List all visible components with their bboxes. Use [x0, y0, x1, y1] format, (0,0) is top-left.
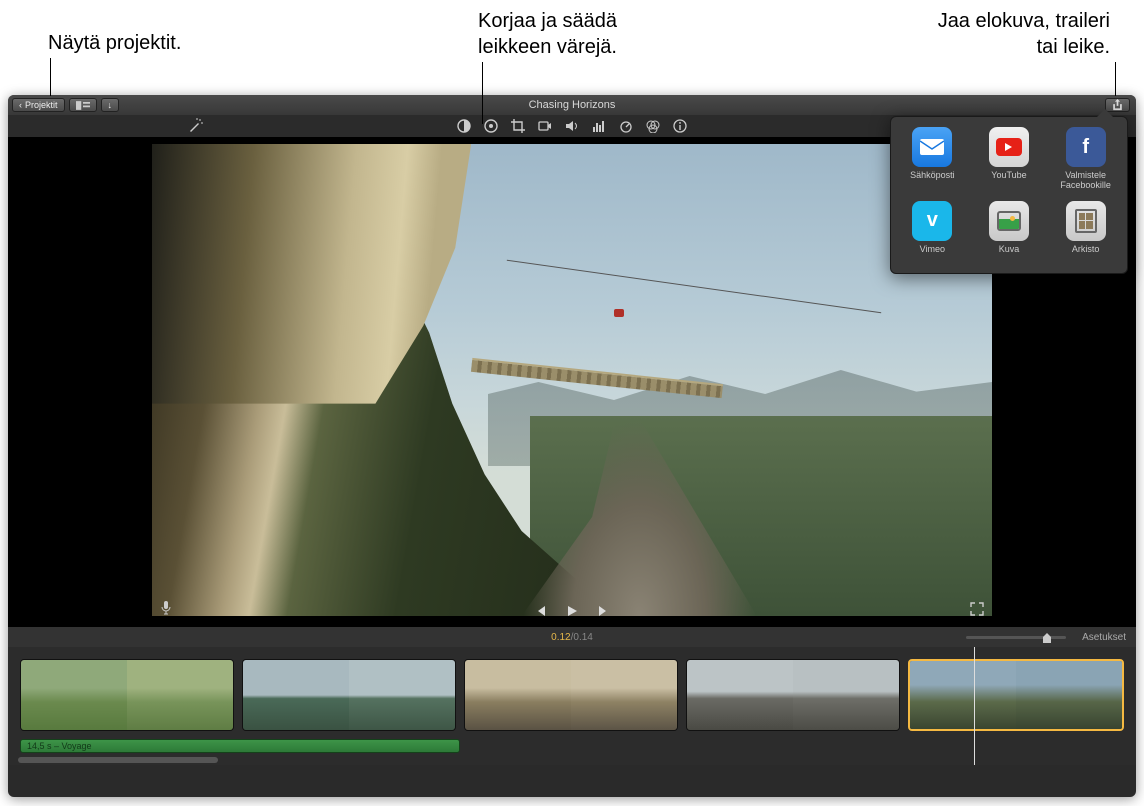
- stabilize-icon[interactable]: [538, 119, 552, 133]
- clip-row: ▸◂ ▸◂: [20, 659, 1124, 731]
- timecode-bar: 0.12 / 0.14 Asetukset: [8, 627, 1136, 647]
- chevron-left-icon: ‹: [19, 100, 22, 110]
- equalizer-icon[interactable]: [592, 119, 606, 133]
- share-option-file[interactable]: Arkisto: [1050, 201, 1121, 263]
- crop-icon[interactable]: [511, 119, 525, 133]
- library-toggle-button[interactable]: [69, 98, 97, 112]
- annotation-layer: Näytä projektit. Korjaa ja säädä leikkee…: [0, 0, 1144, 95]
- filter-icon[interactable]: [646, 119, 660, 133]
- timeline-zoom-slider[interactable]: [966, 636, 1066, 639]
- share-label: Kuva: [999, 245, 1020, 263]
- color-balance-icon[interactable]: [457, 119, 471, 133]
- timecode-total: 0.14: [573, 632, 592, 643]
- titlebar: ‹ Projektit ↓ Chasing Horizons: [8, 95, 1136, 115]
- color-wheel-icon[interactable]: [484, 119, 498, 133]
- timeline-zoom-thumb[interactable]: [1043, 633, 1051, 643]
- next-frame-button[interactable]: [597, 604, 611, 623]
- download-arrow-icon: ↓: [108, 100, 113, 110]
- callout-color: Korjaa ja säädä leikkeen värejä.: [478, 8, 617, 60]
- share-label: Sähköposti: [910, 171, 955, 189]
- share-option-facebook[interactable]: f Valmistele Facebookille: [1050, 127, 1121, 191]
- callout-projects: Näytä projektit.: [48, 30, 181, 56]
- share-label: Valmistele Facebookille: [1060, 171, 1111, 191]
- share-label: Arkisto: [1072, 245, 1100, 263]
- info-icon[interactable]: [673, 119, 687, 133]
- project-title: Chasing Horizons: [529, 99, 616, 111]
- image-icon: [989, 201, 1029, 241]
- prev-frame-button[interactable]: [533, 604, 547, 623]
- vimeo-icon: v: [912, 201, 952, 241]
- speed-icon[interactable]: [619, 119, 633, 133]
- settings-button[interactable]: Asetukset: [1082, 632, 1126, 643]
- transport-controls: [8, 604, 1136, 623]
- import-button[interactable]: ↓: [101, 98, 120, 112]
- share-option-vimeo[interactable]: v Vimeo: [897, 201, 968, 263]
- timeline-clip[interactable]: ▸◂: [686, 659, 900, 731]
- share-label: Vimeo: [920, 245, 945, 263]
- timecode-current: 0.12: [551, 632, 570, 643]
- share-option-image[interactable]: Kuva: [974, 201, 1045, 263]
- share-option-youtube[interactable]: YouTube: [974, 127, 1045, 191]
- timeline-scrollbar[interactable]: [18, 757, 218, 763]
- timeline-clip[interactable]: [20, 659, 234, 731]
- share-option-mail[interactable]: Sähköposti: [897, 127, 968, 191]
- library-icon: [76, 101, 90, 110]
- playhead[interactable]: [974, 647, 975, 765]
- projects-back-label: Projektit: [25, 100, 58, 110]
- timeline-clip-selected[interactable]: ▸◂: [908, 659, 1124, 731]
- preview-frame: [152, 144, 992, 616]
- youtube-icon: [989, 127, 1029, 167]
- facebook-icon: f: [1066, 127, 1106, 167]
- mail-icon: [912, 127, 952, 167]
- audio-track-label: 14,5 s – Voyage: [27, 741, 92, 751]
- audio-track[interactable]: 14,5 s – Voyage: [20, 739, 460, 753]
- share-icon: [1112, 99, 1123, 111]
- timeline[interactable]: ▸◂ ▸◂ 14,5 s – Voyage: [8, 647, 1136, 765]
- share-label: YouTube: [991, 171, 1026, 189]
- fullscreen-icon[interactable]: [970, 602, 984, 621]
- magic-wand-icon[interactable]: [188, 117, 204, 136]
- callout-share: Jaa elokuva, traileri tai leike.: [938, 8, 1110, 60]
- file-icon: [1066, 201, 1106, 241]
- volume-icon[interactable]: [565, 119, 579, 133]
- timeline-clip[interactable]: [464, 659, 678, 731]
- share-popover: Sähköposti YouTube f Valmistele Facebook…: [890, 116, 1128, 274]
- timeline-clip[interactable]: [242, 659, 456, 731]
- projects-back-button[interactable]: ‹ Projektit: [12, 98, 65, 112]
- play-button[interactable]: [565, 604, 579, 623]
